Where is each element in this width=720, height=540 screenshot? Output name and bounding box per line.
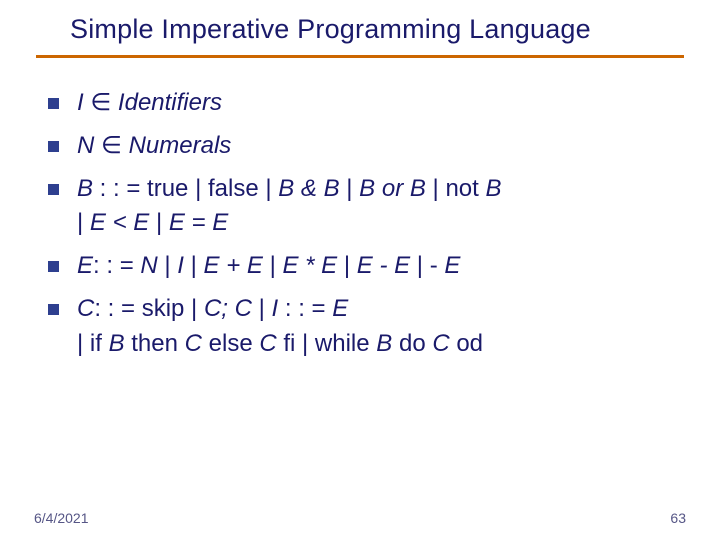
slide-title: Simple Imperative Programming Language [0, 0, 720, 49]
list-item: I ∈ Identifiers [40, 86, 680, 121]
list-item: E: : = N | I | E + E | E * E | E - E | -… [40, 249, 680, 284]
bullet-icon [48, 141, 59, 152]
bullet-text-5: C: : = skip | C; C | I : : = E | if B th… [77, 292, 680, 362]
slide-body: I ∈ Identifiers N ∈ Numerals B : : = tru… [0, 58, 720, 362]
footer-date: 6/4/2021 [34, 510, 89, 526]
list-item: N ∈ Numerals [40, 129, 680, 164]
bullet-icon [48, 261, 59, 272]
slide-footer: 6/4/2021 63 [34, 510, 686, 526]
bullet-text-1: I ∈ Identifiers [77, 86, 680, 121]
bullet-text-4: E: : = N | I | E + E | E * E | E - E | -… [77, 249, 680, 284]
bullet-icon [48, 98, 59, 109]
bullet-text-3: B : : = true | false | B & B | B or B | … [77, 172, 680, 242]
footer-page-number: 63 [670, 510, 686, 526]
list-item: B : : = true | false | B & B | B or B | … [40, 172, 680, 242]
list-item: C: : = skip | C; C | I : : = E | if B th… [40, 292, 680, 362]
bullet-text-2: N ∈ Numerals [77, 129, 680, 164]
bullet-icon [48, 304, 59, 315]
bullet-icon [48, 184, 59, 195]
